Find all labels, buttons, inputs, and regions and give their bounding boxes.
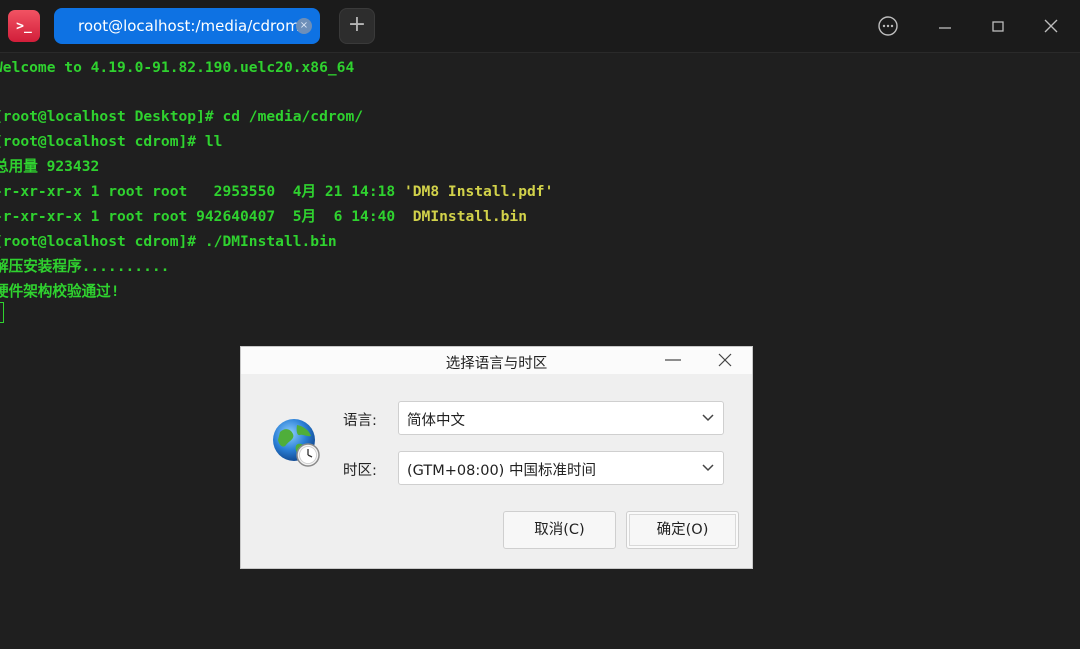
add-tab-button[interactable]: + [339,8,375,44]
tab-close-icon[interactable]: × [296,18,312,34]
terminal-line: 解压安装程序.......... [0,258,170,275]
tab-title: root@localhost:/media/cdrom [78,17,300,35]
terminal-line: [root@localhost cdrom]# ./DMInstall.bin [0,233,337,250]
language-value: 简体中文 [407,413,465,429]
close-icon[interactable] [1039,14,1063,38]
dialog-minimize-icon[interactable] [661,349,685,371]
menu-icon[interactable] [876,14,900,38]
language-timezone-dialog: 选择语言与时区 语言: 简体中文 时区: (GTM+08:00) 中国标准时间 … [240,346,753,569]
timezone-value: (GTM+08:00) 中国标准时间 [407,463,596,479]
title-bar: >_ root@localhost:/media/cdrom × + [0,0,1080,53]
language-select[interactable]: 简体中文 [398,401,724,435]
terminal-line: 总用量 923432 [0,158,100,175]
file1-name: 'DM8 Install.pdf' [403,183,554,200]
terminal-app-icon[interactable]: >_ [8,10,40,42]
ok-button[interactable]: 确定(O) [626,511,739,549]
chevron-down-icon [701,461,715,475]
timezone-label: 时区: [343,463,377,479]
globe-clock-icon [271,417,323,469]
timezone-select[interactable]: (GTM+08:00) 中国标准时间 [398,451,724,485]
terminal-line: 硬件架构校验通过! [0,283,120,300]
terminal-window: >_ root@localhost:/media/cdrom × + Welco… [0,0,1080,649]
terminal-line-file1: -r-xr-xr-x 1 root root 2953550 4月 21 14:… [0,179,553,204]
language-label: 语言: [343,413,377,429]
terminal-cursor [0,302,4,323]
tab-root-localhost[interactable]: root@localhost:/media/cdrom × [54,8,320,44]
file1-meta: -r-xr-xr-x 1 root root 2953550 4月 21 14:… [0,183,404,200]
minimize-icon[interactable] [933,14,957,38]
maximize-icon[interactable] [986,14,1010,38]
terminal-line: Welcome to 4.19.0-91.82.190.uelc20.x86_6… [0,59,355,76]
file2-meta: -r-xr-xr-x 1 root root 942640407 5月 6 14… [0,208,413,225]
chevron-down-icon [701,411,715,425]
terminal-line: [root@localhost cdrom]# ll [0,133,223,150]
terminal-line: [root@localhost Desktop]# cd /media/cdro… [0,108,364,125]
terminal-line-file2: -r-xr-xr-x 1 root root 942640407 5月 6 14… [0,204,527,229]
app-icon-glyph: >_ [16,18,32,34]
cancel-button[interactable]: 取消(C) [503,511,616,549]
file2-name: DMInstall.bin [412,208,527,225]
dialog-close-icon[interactable] [713,349,737,371]
dialog-title-bar: 选择语言与时区 [241,347,752,374]
